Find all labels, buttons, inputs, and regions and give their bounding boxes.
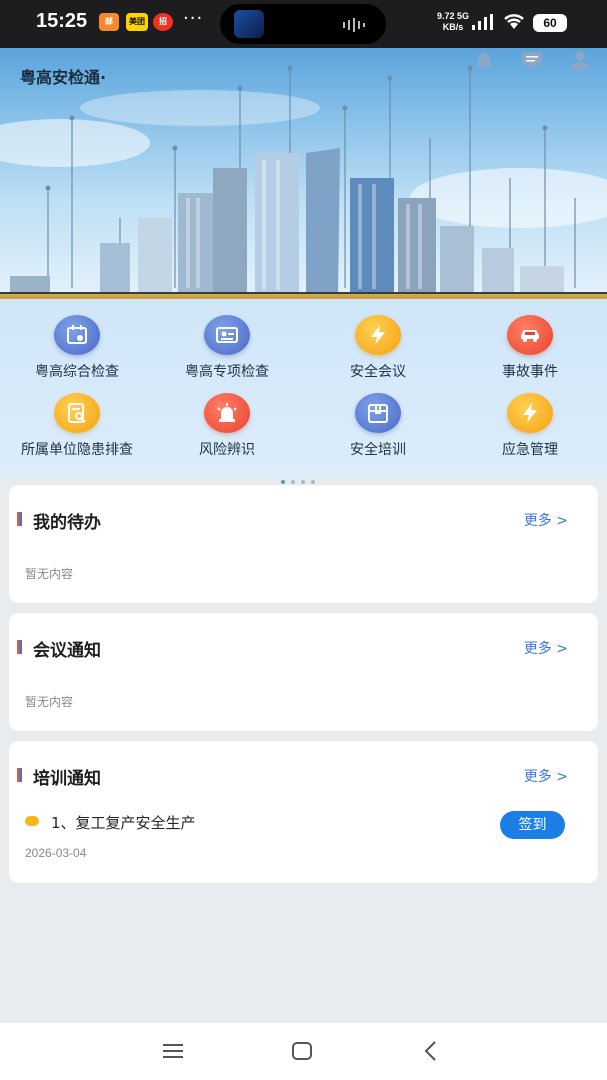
battery-indicator: 60 <box>533 14 567 32</box>
car-accident-icon <box>507 315 553 355</box>
training-item-date: 2026-03-04 <box>25 846 87 860</box>
func-safety-training[interactable]: 安全培训 <box>303 393 453 461</box>
training-more-link[interactable]: 更多 > <box>524 766 568 786</box>
meeting-empty-text: 暂无内容 <box>25 695 74 709</box>
user-icon[interactable] <box>568 48 592 72</box>
page-dot <box>301 480 305 484</box>
menu-icon[interactable] <box>158 1037 188 1065</box>
alarm-light-icon <box>204 393 250 433</box>
page-dot-active <box>281 480 285 484</box>
mail-app-icon: 邮 <box>99 13 119 31</box>
hero-banner: 粤高安检通· <box>0 48 607 298</box>
bank-app-icon: 招 <box>153 13 173 31</box>
back-icon[interactable] <box>416 1037 446 1065</box>
func-accident-events[interactable]: 事故事件 <box>455 315 605 383</box>
app-title: 粤高安检通· <box>20 68 107 87</box>
calendar-check-icon <box>54 315 100 355</box>
func-label: 粤高专项检查 <box>185 364 269 380</box>
func-label: 安全会议 <box>350 364 406 380</box>
dynamic-island[interactable] <box>220 4 386 44</box>
bell-icon[interactable] <box>472 48 496 72</box>
func-label: 安全培训 <box>350 442 406 458</box>
home-icon[interactable] <box>287 1037 317 1065</box>
document-search-icon <box>54 393 100 433</box>
todo-title: 我的待办 <box>33 513 101 533</box>
func-label: 所属单位隐患排查 <box>21 442 133 458</box>
more-notifications-icon: ··· <box>183 8 204 29</box>
todo-empty-text: 暂无内容 <box>25 567 74 581</box>
status-dot-icon <box>25 816 39 826</box>
wifi-icon <box>504 14 524 29</box>
func-label: 粤高综合检查 <box>35 364 119 380</box>
meeting-card: 会议通知 更多 > 暂无内容 <box>9 613 598 731</box>
func-emergency-management[interactable]: 应急管理 <box>455 393 605 461</box>
page-dot <box>311 480 315 484</box>
func-safety-meeting[interactable]: 安全会议 <box>303 315 453 383</box>
func-label: 风险辨识 <box>199 442 255 458</box>
sign-in-button[interactable]: 签到 <box>500 811 565 839</box>
func-label: 事故事件 <box>502 364 558 380</box>
meeting-title: 会议通知 <box>33 641 101 661</box>
meeting-more-link[interactable]: 更多 > <box>524 638 568 658</box>
speed-value: 9.72 <box>437 11 455 21</box>
media-thumbnail-icon <box>234 10 264 38</box>
status-time: 15:25 <box>36 10 88 32</box>
section-marker <box>17 768 22 782</box>
training-title: 培训通知 <box>33 769 101 789</box>
training-item-title[interactable]: 1、复工复产安全生产 <box>51 812 196 833</box>
func-label: 应急管理 <box>502 442 558 458</box>
lightning-icon <box>355 315 401 355</box>
lightning-icon <box>507 393 553 433</box>
func-risk-identification[interactable]: 风险辨识 <box>152 393 302 461</box>
todo-card: 我的待办 更多 > 暂无内容 <box>9 485 598 603</box>
network-type: 5G <box>457 11 470 21</box>
status-bar: 15:25 邮 美团 招 ··· 9.72 5G KB/s 60 <box>0 0 607 48</box>
box-icon <box>355 393 401 433</box>
section-marker <box>17 640 22 654</box>
meituan-app-icon: 美团 <box>126 13 148 31</box>
signal-icon <box>472 14 493 30</box>
function-grid: 粤高综合检查 粤高专项检查 安全会议 事故事件 所属单位隐患排查 风险辨识 安全… <box>0 296 607 484</box>
func-hazard-screening[interactable]: 所属单位隐患排查 <box>2 393 152 461</box>
func-comprehensive-inspection[interactable]: 粤高综合检查 <box>2 315 152 383</box>
page-dot <box>291 480 295 484</box>
training-card: 培训通知 更多 > 1、复工复产安全生产 2026-03-04 签到 <box>9 741 598 883</box>
system-nav-bar <box>0 1023 607 1080</box>
message-icon[interactable] <box>520 48 544 72</box>
id-card-icon <box>204 315 250 355</box>
section-marker <box>17 512 22 526</box>
network-speed: 9.72 5G KB/s <box>437 11 469 33</box>
speed-unit: KB/s <box>442 22 464 32</box>
todo-more-link[interactable]: 更多 > <box>524 510 568 530</box>
func-special-inspection[interactable]: 粤高专项检查 <box>152 315 302 383</box>
audio-wave-icon <box>343 18 365 32</box>
